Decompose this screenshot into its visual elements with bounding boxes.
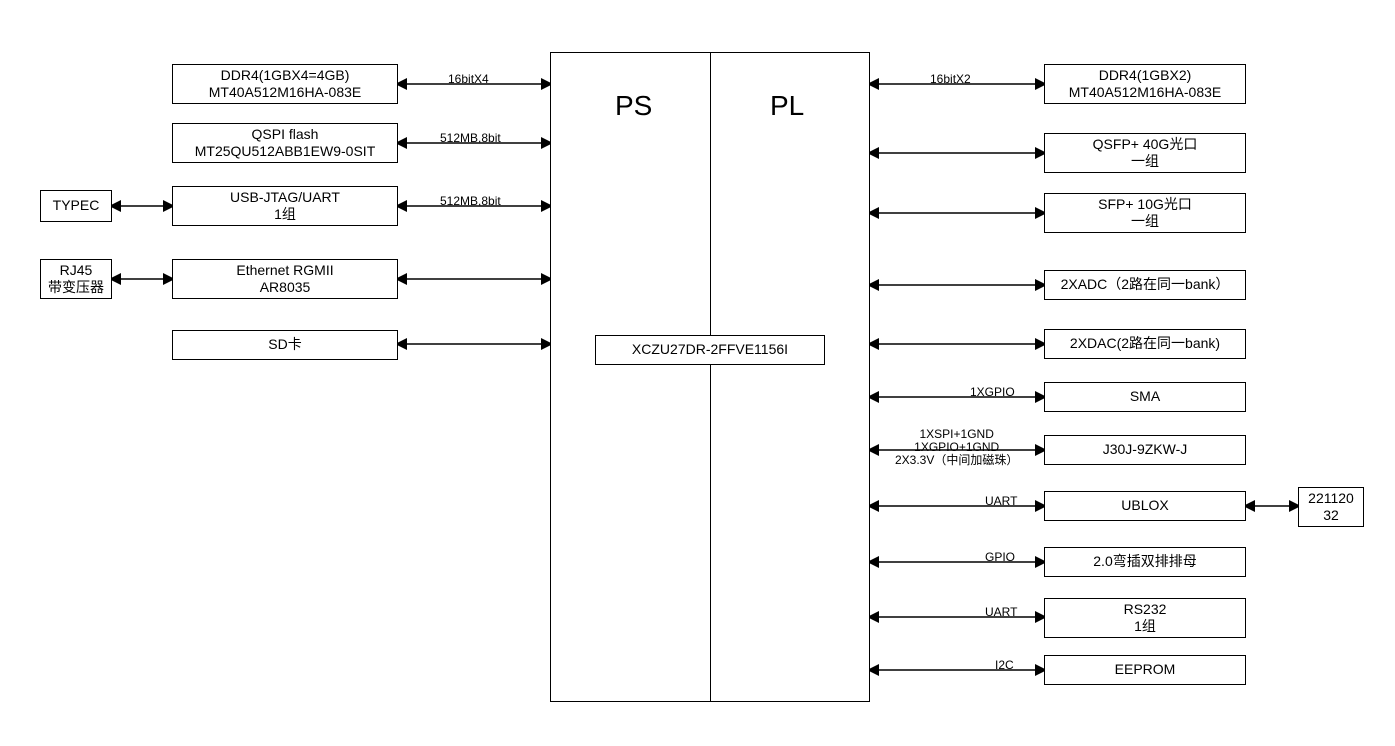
right-rs232-block: RS232 1组: [1044, 598, 1246, 638]
right-j30j-conn-label: 1XSPI+1GND 1XGPIO+1GND 2X3.3V（中间加磁珠）: [895, 428, 1018, 468]
right-ddr4-conn-label: 16bitX2: [930, 72, 971, 86]
rj45-block: RJ45 带变压器: [40, 259, 112, 299]
right-header-conn-label: GPIO: [985, 550, 1015, 564]
right-sfp-block: SFP+ 10G光口 一组: [1044, 193, 1246, 233]
left-sd-block: SD卡: [172, 330, 398, 360]
right-xdac-block: 2XDAC(2路在同一bank): [1044, 329, 1246, 359]
right-sma-conn-label: 1XGPIO: [970, 385, 1015, 399]
right-rs232-conn-label: UART: [985, 605, 1017, 619]
ublox-ext-block: 221120 32: [1298, 487, 1364, 527]
pl-label: PL: [770, 90, 804, 122]
right-qsfp-block: QSFP+ 40G光口 一组: [1044, 133, 1246, 173]
ps-label: PS: [615, 90, 652, 122]
center-divider: [710, 52, 711, 702]
left-ddr4-block: DDR4(1GBX4=4GB) MT40A512M16HA-083E: [172, 64, 398, 104]
right-j30j-block: J30J-9ZKW-J: [1044, 435, 1246, 465]
block-diagram: PS PL XCZU27DR-2FFVE1156I TYPEC RJ45 带变压…: [0, 0, 1395, 746]
left-usb-conn-label: 512MB,8bit: [440, 194, 501, 208]
left-eth-block: Ethernet RGMII AR8035: [172, 259, 398, 299]
left-qspi-block: QSPI flash MT25QU512ABB1EW9-0SIT: [172, 123, 398, 163]
right-xadc-block: 2XADC（2路在同一bank）: [1044, 270, 1246, 300]
right-header-block: 2.0弯插双排排母: [1044, 547, 1246, 577]
right-ddr4-block: DDR4(1GBX2) MT40A512M16HA-083E: [1044, 64, 1246, 104]
chip-part-number: XCZU27DR-2FFVE1156I: [595, 335, 825, 365]
right-sma-block: SMA: [1044, 382, 1246, 412]
typec-block: TYPEC: [40, 190, 112, 222]
right-eeprom-conn-label: I2C: [995, 658, 1014, 672]
right-eeprom-block: EEPROM: [1044, 655, 1246, 685]
right-ublox-block: UBLOX: [1044, 491, 1246, 521]
left-qspi-conn-label: 512MB,8bit: [440, 131, 501, 145]
left-ddr4-conn-label: 16bitX4: [448, 72, 489, 86]
left-usb-block: USB-JTAG/UART 1组: [172, 186, 398, 226]
right-ublox-conn-label: UART: [985, 494, 1017, 508]
